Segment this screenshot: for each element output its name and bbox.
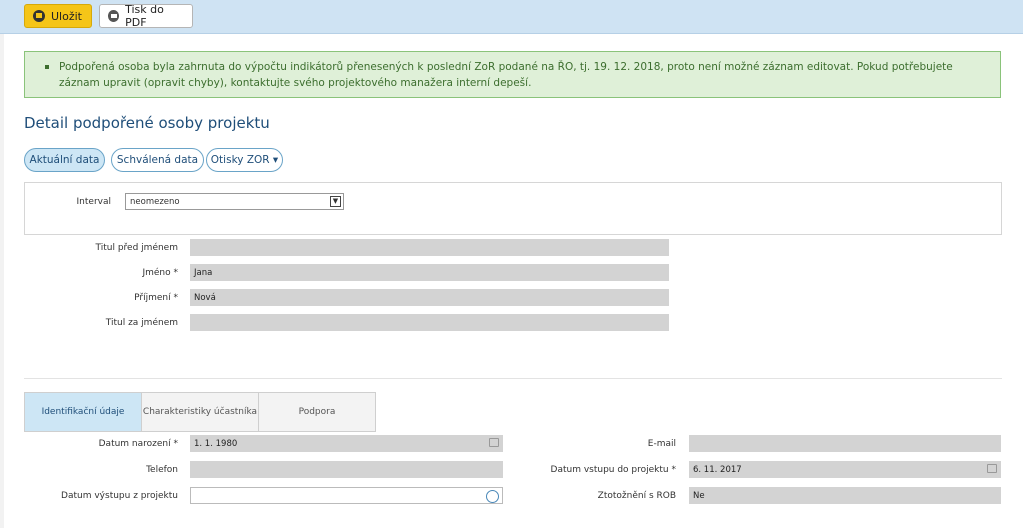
calendar-icon bbox=[987, 464, 997, 473]
last-name-label: Příjmení * bbox=[134, 293, 178, 303]
interval-label: Interval bbox=[76, 197, 111, 207]
content: Podpořená osoba byla zahrnuta do výpočtu… bbox=[0, 34, 1023, 528]
page-title: Detail podpořené osoby projektu bbox=[24, 114, 270, 132]
email-field bbox=[689, 435, 1001, 452]
printer-icon bbox=[108, 10, 120, 22]
email-label: E-mail bbox=[647, 439, 676, 449]
save-label: Uložit bbox=[51, 9, 82, 23]
rob-field: Ne bbox=[689, 487, 1001, 504]
divider bbox=[24, 378, 1002, 379]
interval-value: neomezeno bbox=[130, 196, 180, 207]
exit-date-label: Datum výstupu z projektu bbox=[61, 491, 178, 501]
first-name-field: Jana bbox=[190, 264, 669, 281]
zor-dropdown[interactable]: Otisky ZOR ▾ bbox=[206, 148, 283, 172]
chevron-down-icon: ▼ bbox=[330, 196, 341, 207]
tab-current-data[interactable]: Aktuální data bbox=[24, 148, 105, 172]
title-after-field bbox=[190, 314, 669, 331]
save-icon bbox=[33, 10, 45, 22]
tab-approved-data[interactable]: Schválená data bbox=[111, 148, 204, 172]
phone-label: Telefon bbox=[146, 465, 178, 475]
tab-participant-characteristics[interactable]: Charakteristiky účastníka bbox=[141, 392, 259, 432]
birth-date-value: 1. 1. 1980 bbox=[194, 438, 238, 449]
print-pdf-button[interactable]: Tisk do PDF bbox=[99, 3, 193, 29]
alert-text: Podpořená osoba byla zahrnuta do výpočtu… bbox=[59, 61, 953, 89]
entry-date-field: 6. 11. 2017 bbox=[689, 461, 1001, 478]
phone-field bbox=[190, 461, 503, 478]
calendar-icon bbox=[489, 438, 499, 447]
info-alert: Podpořená osoba byla zahrnuta do výpočtu… bbox=[24, 51, 1001, 98]
calendar-icon[interactable] bbox=[486, 490, 499, 503]
birth-date-field: 1. 1. 1980 bbox=[190, 435, 503, 452]
title-before-label: Titul před jménem bbox=[95, 243, 178, 253]
interval-select[interactable]: neomezeno ▼ bbox=[125, 193, 344, 210]
toolbar: Uložit Tisk do PDF bbox=[0, 0, 1023, 34]
birth-date-label: Datum narození * bbox=[98, 439, 178, 449]
exit-date-input[interactable] bbox=[190, 487, 503, 504]
title-after-label: Titul za jménem bbox=[105, 318, 178, 328]
print-label: Tisk do PDF bbox=[125, 3, 164, 29]
first-name-label: Jméno * bbox=[142, 268, 178, 278]
entry-date-label: Datum vstupu do projektu * bbox=[550, 465, 676, 475]
tab-support[interactable]: Podpora bbox=[258, 392, 376, 432]
save-button[interactable]: Uložit bbox=[24, 4, 92, 28]
tab-identification[interactable]: Identifikační údaje bbox=[24, 392, 142, 432]
rob-label: Ztotožnění s ROB bbox=[597, 491, 676, 501]
title-before-field bbox=[190, 239, 669, 256]
last-name-field: Nová bbox=[190, 289, 669, 306]
entry-date-value: 6. 11. 2017 bbox=[693, 464, 742, 475]
